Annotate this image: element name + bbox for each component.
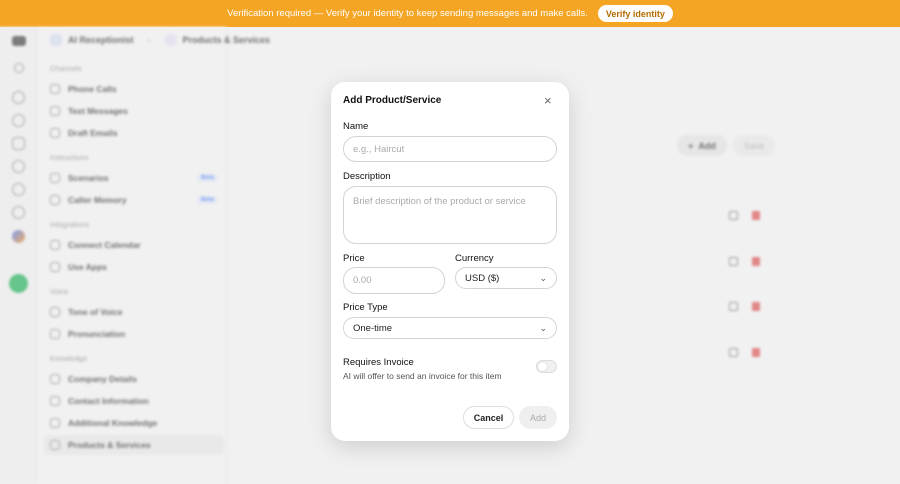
add-button[interactable]: Add <box>519 406 557 429</box>
price-input[interactable] <box>343 267 445 294</box>
cancel-button[interactable]: Cancel <box>463 406 514 429</box>
chevron-down-icon: ⌄ <box>539 272 547 283</box>
currency-label: Currency <box>455 253 494 264</box>
price-type-select[interactable]: One-time ⌄ <box>343 317 557 339</box>
currency-select[interactable]: USD ($) ⌄ <box>455 267 557 289</box>
add-product-dialog: Add Product/Service × Name Description P… <box>331 82 569 441</box>
close-icon[interactable]: × <box>544 93 552 108</box>
requires-invoice-label: Requires Invoice <box>343 357 414 368</box>
currency-value: USD ($) <box>465 272 500 284</box>
chevron-down-icon: ⌄ <box>539 322 547 333</box>
description-textarea[interactable] <box>343 186 557 244</box>
price-label: Price <box>343 253 365 264</box>
description-label: Description <box>343 171 391 182</box>
price-type-value: One-time <box>353 322 393 334</box>
toggle-knob <box>538 362 547 371</box>
name-input[interactable] <box>343 136 557 162</box>
requires-invoice-toggle[interactable] <box>536 360 557 373</box>
verify-identity-button[interactable]: Verify identity <box>597 5 673 22</box>
banner-message: Verification required — Verify your iden… <box>227 8 588 19</box>
price-type-label: Price Type <box>343 302 388 313</box>
dialog-title: Add Product/Service <box>343 95 442 106</box>
requires-invoice-help: AI will offer to send an invoice for thi… <box>343 371 502 381</box>
name-label: Name <box>343 121 369 132</box>
verification-banner: Verification required — Verify your iden… <box>0 0 900 27</box>
